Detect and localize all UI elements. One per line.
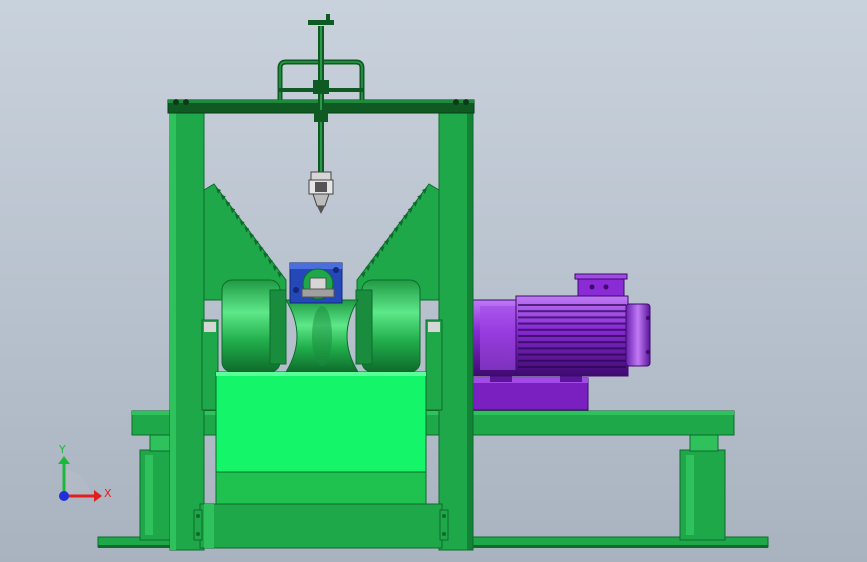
cooling-fin xyxy=(518,310,626,313)
cooling-fin xyxy=(518,316,626,319)
y-axis-label: Y xyxy=(58,443,66,456)
cooling-fin xyxy=(518,304,626,306)
cooling-fin xyxy=(518,322,626,325)
x-axis-label: X xyxy=(104,487,112,500)
cooling-fin xyxy=(518,341,626,344)
cad-scene: Y X xyxy=(0,0,867,562)
lower-housing xyxy=(193,371,449,549)
cad-viewport[interactable]: Y X xyxy=(0,0,867,562)
cooling-fin xyxy=(518,359,626,362)
cooling-fin xyxy=(518,366,626,368)
cooling-fin xyxy=(518,335,626,337)
handwheel-icon[interactable] xyxy=(308,20,334,25)
cooling-fin xyxy=(518,328,626,331)
cooling-fin xyxy=(518,353,626,356)
gearbox xyxy=(289,262,343,304)
motor-mount xyxy=(472,376,589,411)
cooling-fin xyxy=(518,347,626,350)
